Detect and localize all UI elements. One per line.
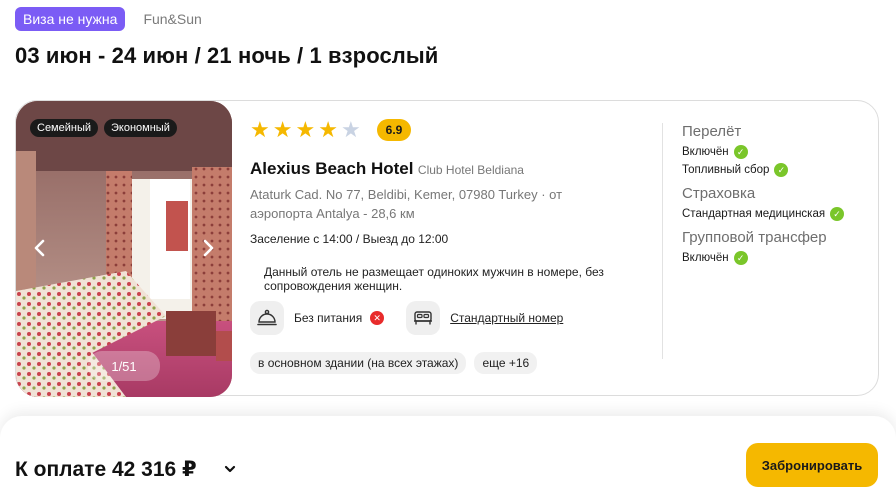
flight-group: Перелёт Включён ✓ Топливный сбор ✓ [682, 123, 872, 177]
check-icon: ✓ [733, 145, 748, 159]
hotel-tag: Экономный [104, 119, 177, 137]
hotel-card: Семейный Экономный 1/51 ★ ★ ★ ★ ★ 6.9 Alexiu… [15, 100, 879, 397]
flight-item-label: Включён [682, 146, 729, 158]
more-options-chip[interactable]: еще +16 [474, 352, 538, 374]
hotel-photo-gallery[interactable]: Семейный Экономный 1/51 [16, 101, 232, 397]
check-icon: ✓ [830, 207, 845, 221]
meal-plan: Без питания ✕ [250, 301, 385, 335]
trip-summary-title: 03 июн - 24 июн / 21 ночь / 1 взрослый [15, 43, 439, 68]
header-row: Виза не нужна Fun&Sun [15, 7, 202, 31]
star-icon: ★ [318, 117, 338, 142]
star-icon: ★ [250, 117, 270, 142]
flight-item: Включён ✓ [682, 145, 872, 159]
photo-next-arrow[interactable] [198, 235, 220, 261]
flight-item-label: Топливный сбор [682, 164, 770, 176]
total-price: К оплате 42 316 ₽ [15, 458, 197, 481]
photo-prev-arrow[interactable] [28, 235, 50, 261]
hotel-brand: Club Hotel Beldiana [417, 163, 524, 177]
book-button[interactable]: Забронировать [746, 443, 878, 487]
transfer-group: Групповой трансфер Включён ✓ [682, 229, 872, 265]
room-chips: в основном здании (на всех этажах) еще +… [250, 352, 538, 374]
insurance-item: Стандартная медицинская ✓ [682, 207, 872, 221]
checkin-times: Заселение с 14:00 / Выезд до 12:00 [250, 232, 449, 246]
hotel-tags: Семейный Экономный [30, 119, 177, 137]
flight-heading: Перелёт [682, 123, 742, 140]
check-icon: ✓ [733, 251, 748, 265]
bed-icon [406, 301, 441, 335]
star-icon: ★ [340, 117, 361, 142]
photo-counter: 1/51 [88, 351, 160, 381]
transfer-heading: Групповой трансфер [682, 229, 827, 246]
tour-operator: Fun&Sun [143, 11, 202, 27]
star-icon: ★ [272, 117, 293, 142]
vertical-divider [662, 123, 663, 359]
insurance-heading: Страховка [682, 185, 756, 202]
hotel-notice: Данный отель не размещает одиноких мужчи… [264, 265, 604, 293]
star-rating: ★ ★ ★ ★ ★ [250, 119, 361, 141]
chevron-left-icon [34, 239, 45, 257]
transfer-item-label: Включён [682, 252, 729, 264]
hotel-title: Alexius Beach Hotel Club Hotel Beldiana [250, 159, 524, 179]
flight-item: Топливный сбор ✓ [682, 163, 872, 177]
hotel-tag: Семейный [30, 119, 99, 137]
chevron-down-icon[interactable] [222, 461, 238, 477]
transfer-item: Включён ✓ [682, 251, 872, 265]
room-type-link[interactable]: Стандартный номер [450, 311, 563, 325]
chevron-right-icon [203, 239, 214, 257]
rating-row: ★ ★ ★ ★ ★ 6.9 [250, 119, 412, 141]
included-services: Перелёт Включён ✓ Топливный сбор ✓ Страх… [682, 123, 872, 269]
amenities-row: Без питания ✕ Стандартный номер [250, 301, 563, 335]
insurance-group: Страховка Стандартная медицинская ✓ [682, 185, 872, 221]
review-score-badge: 6.9 [376, 119, 412, 141]
insurance-item-label: Стандартная медицинская [682, 208, 826, 220]
room-type: Стандартный номер [406, 301, 563, 335]
star-icon: ★ [295, 117, 316, 142]
room-location-chip: в основном здании (на всех этажах) [250, 352, 467, 374]
meal-plan-label: Без питания [294, 311, 363, 325]
cloche-icon [250, 301, 284, 335]
not-included-icon: ✕ [370, 311, 385, 325]
hotel-address: Ataturk Cad. No 77, Beldibi, Kemer, 0798… [250, 187, 563, 221]
visa-badge: Виза не нужна [15, 7, 126, 31]
check-icon: ✓ [774, 163, 789, 177]
hotel-name[interactable]: Alexius Beach Hotel [250, 159, 413, 178]
hotel-info: ★ ★ ★ ★ ★ 6.9 Alexius Beach Hotel Club Hotel… [250, 101, 670, 397]
